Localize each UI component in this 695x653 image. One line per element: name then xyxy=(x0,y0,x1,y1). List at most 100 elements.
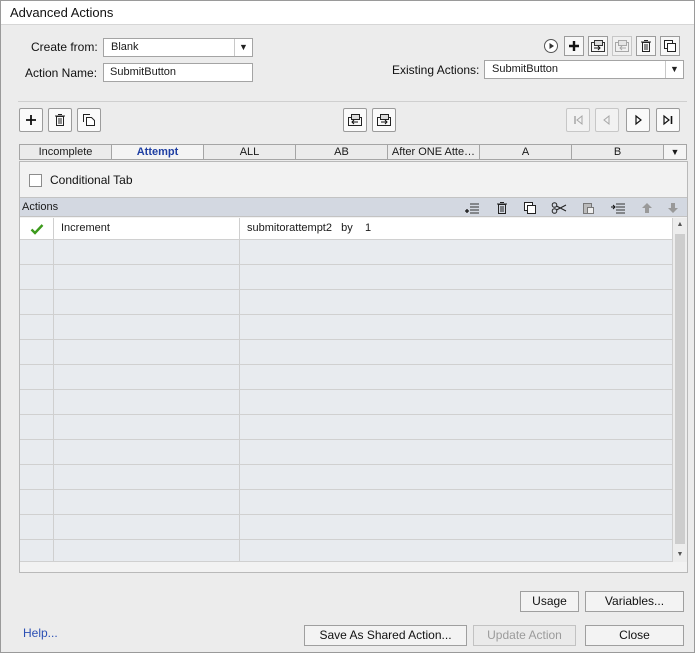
chevron-down-icon: ▼ xyxy=(234,39,252,56)
delete-icon[interactable] xyxy=(636,36,656,56)
move-down-icon[interactable] xyxy=(665,200,681,215)
action-cell[interactable] xyxy=(54,365,240,389)
actions-header-label: Actions xyxy=(22,201,59,213)
existing-actions-label: Existing Actions: xyxy=(392,63,480,77)
action-cell[interactable]: Increment xyxy=(54,218,240,239)
add-action-icon[interactable] xyxy=(564,36,584,56)
variables-button[interactable]: Variables... xyxy=(585,591,684,612)
action-cell[interactable] xyxy=(54,390,240,414)
insert-below-icon[interactable] xyxy=(610,200,626,215)
status-cell xyxy=(20,440,54,464)
table-row[interactable] xyxy=(20,515,672,540)
first-icon[interactable] xyxy=(566,108,590,132)
action-cell[interactable] xyxy=(54,465,240,489)
move-right-icon[interactable] xyxy=(372,108,396,132)
tab-b[interactable]: B xyxy=(571,144,663,160)
action-cell[interactable] xyxy=(54,490,240,514)
close-button[interactable]: Close xyxy=(585,625,684,646)
usage-button[interactable]: Usage xyxy=(520,591,579,612)
target-cell[interactable] xyxy=(240,290,672,314)
table-row[interactable] xyxy=(20,540,672,562)
update-action-button[interactable]: Update Action xyxy=(473,625,576,646)
table-row[interactable] xyxy=(20,440,672,465)
action-cell[interactable] xyxy=(54,290,240,314)
valid-check-icon xyxy=(20,218,54,239)
add-decision-icon[interactable] xyxy=(19,108,43,132)
scroll-up-icon[interactable]: ▲ xyxy=(673,218,687,232)
create-from-dropdown[interactable]: Blank ▼ xyxy=(103,38,253,57)
action-cell[interactable] xyxy=(54,340,240,364)
target-cell[interactable] xyxy=(240,540,672,561)
move-up-icon[interactable] xyxy=(639,200,655,215)
action-cell[interactable] xyxy=(54,415,240,439)
tab-after-one-attempt[interactable]: After ONE Atte… xyxy=(387,144,479,160)
action-cell[interactable] xyxy=(54,540,240,561)
target-cell[interactable] xyxy=(240,315,672,339)
scrollbar-thumb[interactable] xyxy=(675,234,685,544)
status-cell xyxy=(20,390,54,414)
conditional-tab-checkbox[interactable] xyxy=(29,174,42,187)
target-cell[interactable] xyxy=(240,340,672,364)
previous-icon[interactable] xyxy=(595,108,619,132)
status-cell xyxy=(20,290,54,314)
import-icon[interactable] xyxy=(588,36,608,56)
target-cell[interactable] xyxy=(240,465,672,489)
conditional-tab-label: Conditional Tab xyxy=(50,173,133,187)
table-row[interactable]: Increment submitorattempt2 by 1 xyxy=(20,218,672,240)
action-cell[interactable] xyxy=(54,315,240,339)
target-cell[interactable]: submitorattempt2 by 1 xyxy=(240,218,672,239)
action-name-input[interactable]: SubmitButton xyxy=(103,63,253,82)
cut-icon[interactable] xyxy=(551,200,567,215)
insert-row-icon[interactable] xyxy=(464,200,480,215)
move-left-icon[interactable] xyxy=(343,108,367,132)
table-row[interactable] xyxy=(20,390,672,415)
vertical-scrollbar[interactable]: ▲ ▼ xyxy=(672,218,687,562)
table-row[interactable] xyxy=(20,415,672,440)
target-cell[interactable] xyxy=(240,365,672,389)
delete-decision-icon[interactable] xyxy=(48,108,72,132)
table-row[interactable] xyxy=(20,265,672,290)
target-cell[interactable] xyxy=(240,415,672,439)
action-cell[interactable] xyxy=(54,265,240,289)
paste-icon[interactable] xyxy=(580,200,596,215)
help-link[interactable]: Help... xyxy=(23,626,58,640)
tab-ab[interactable]: AB xyxy=(295,144,387,160)
duplicate-icon[interactable] xyxy=(660,36,680,56)
actions-header-bar: Actions xyxy=(20,197,687,217)
next-icon[interactable] xyxy=(626,108,650,132)
target-cell[interactable] xyxy=(240,515,672,539)
action-name-label: Action Name: xyxy=(25,66,98,80)
advanced-actions-dialog: Advanced Actions Create from: Blank ▼ Ac… xyxy=(0,0,695,653)
delete-row-icon[interactable] xyxy=(494,200,510,215)
table-row[interactable] xyxy=(20,365,672,390)
status-cell xyxy=(20,540,54,561)
target-cell[interactable] xyxy=(240,265,672,289)
export-icon[interactable] xyxy=(612,36,632,56)
tab-a[interactable]: A xyxy=(479,144,571,160)
save-as-shared-action-button[interactable]: Save As Shared Action... xyxy=(304,625,467,646)
play-icon[interactable] xyxy=(541,36,561,56)
table-row[interactable] xyxy=(20,240,672,265)
action-cell[interactable] xyxy=(54,440,240,464)
table-row[interactable] xyxy=(20,340,672,365)
status-cell xyxy=(20,240,54,264)
action-cell[interactable] xyxy=(54,240,240,264)
scroll-down-icon[interactable]: ▼ xyxy=(673,548,687,562)
table-row[interactable] xyxy=(20,490,672,515)
table-row[interactable] xyxy=(20,465,672,490)
copy-row-icon[interactable] xyxy=(522,200,538,215)
target-cell[interactable] xyxy=(240,440,672,464)
tab-attempt[interactable]: Attempt xyxy=(111,144,203,160)
target-cell[interactable] xyxy=(240,240,672,264)
table-row[interactable] xyxy=(20,315,672,340)
action-cell[interactable] xyxy=(54,515,240,539)
duplicate-decision-icon[interactable] xyxy=(77,108,101,132)
last-icon[interactable] xyxy=(656,108,680,132)
existing-actions-dropdown[interactable]: SubmitButton ▼ xyxy=(484,60,684,79)
tabs-overflow-button[interactable]: ▼ xyxy=(663,144,687,160)
target-cell[interactable] xyxy=(240,490,672,514)
table-row[interactable] xyxy=(20,290,672,315)
tab-incomplete[interactable]: Incomplete xyxy=(19,144,111,160)
target-cell[interactable] xyxy=(240,390,672,414)
tab-all[interactable]: ALL xyxy=(203,144,295,160)
